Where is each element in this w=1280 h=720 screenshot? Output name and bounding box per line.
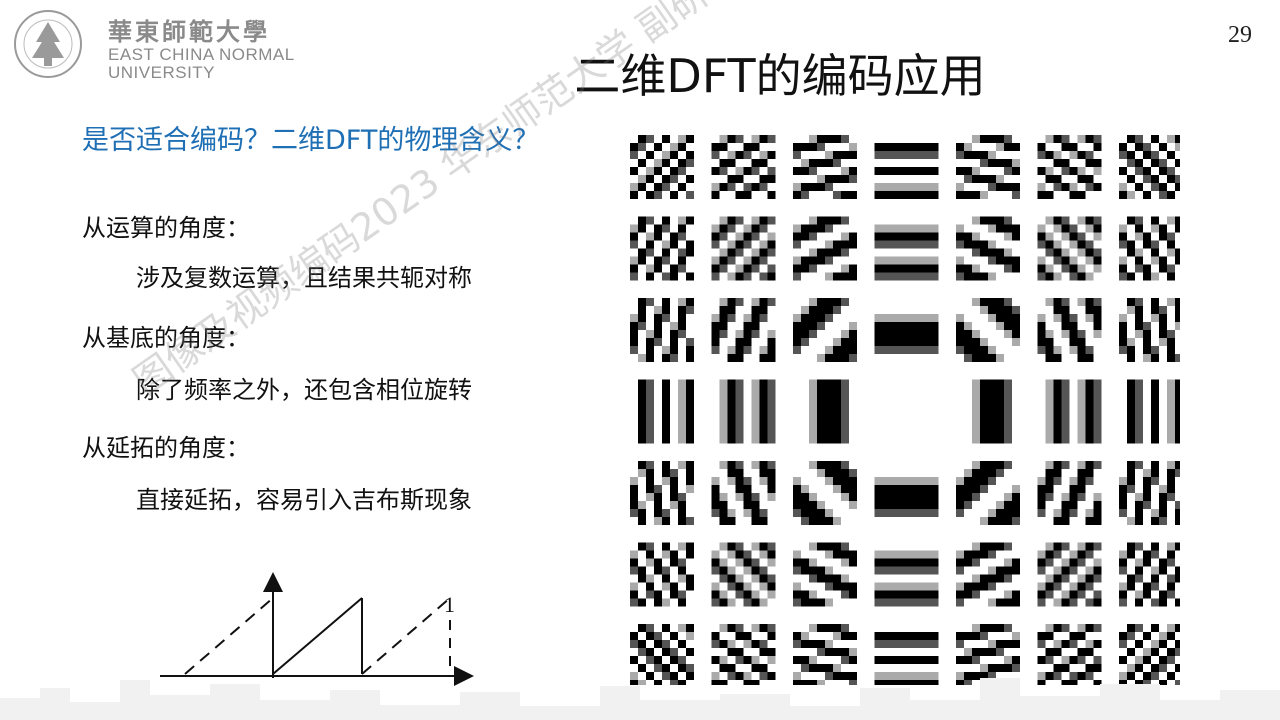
logo-english-line-1: EAST CHINA NORMAL bbox=[108, 45, 295, 64]
point-basis-detail: 除了频率之外，还包含相位旋转 bbox=[136, 376, 472, 404]
subtitle-question: 是否适合编码？二维DFT的物理含义？ bbox=[82, 125, 540, 156]
basis-image-1-5 bbox=[1037, 216, 1102, 281]
basis-image-1-6 bbox=[1119, 216, 1180, 281]
basis-image-4-5 bbox=[1037, 461, 1102, 525]
basis-image-4-1 bbox=[711, 461, 776, 525]
point-basis-heading: 从基底的角度： bbox=[82, 324, 250, 352]
basis-image-3-0 bbox=[630, 379, 694, 444]
basis-image-1-3 bbox=[874, 216, 939, 281]
basis-image-1-1 bbox=[711, 216, 776, 281]
basis-image-5-3 bbox=[874, 542, 939, 607]
basis-image-3-2 bbox=[793, 379, 857, 444]
basis-image-5-4 bbox=[956, 542, 1020, 607]
basis-image-5-6 bbox=[1119, 542, 1180, 607]
dft-basis-image-grid bbox=[630, 135, 1180, 685]
basis-image-4-3 bbox=[874, 461, 939, 525]
basis-image-0-5 bbox=[1037, 135, 1102, 199]
peak-label: 1 bbox=[444, 592, 455, 617]
point-extension-heading: 从延拓的角度： bbox=[82, 434, 250, 462]
basis-image-2-1 bbox=[711, 298, 776, 362]
basis-image-2-5 bbox=[1037, 298, 1102, 362]
basis-image-4-6 bbox=[1119, 461, 1180, 525]
basis-image-0-6 bbox=[1119, 135, 1180, 199]
page-number: 29 bbox=[1228, 22, 1252, 48]
basis-image-3-5 bbox=[1037, 379, 1102, 444]
university-logo: 華東師範大學 EAST CHINA NORMAL UNIVERSITY bbox=[10, 8, 300, 82]
campus-skyline-decoration bbox=[0, 678, 1280, 720]
basis-image-4-0 bbox=[630, 461, 694, 525]
basis-image-2-2 bbox=[793, 298, 857, 362]
basis-image-5-1 bbox=[711, 542, 776, 607]
basis-image-0-1 bbox=[711, 135, 776, 199]
point-extension-detail: 直接延拓，容易引入吉布斯现象 bbox=[136, 486, 472, 514]
basis-image-2-4 bbox=[956, 298, 1020, 362]
point-computation-detail: 涉及复数运算，且结果共轭对称 bbox=[136, 264, 472, 292]
basis-image-5-5 bbox=[1037, 542, 1102, 607]
basis-image-2-0 bbox=[630, 298, 694, 362]
slide-title: 二维DFT的编码应用 bbox=[574, 49, 986, 103]
point-computation-heading: 从运算的角度： bbox=[82, 214, 250, 242]
basis-image-5-0 bbox=[630, 542, 694, 607]
basis-image-0-0 bbox=[630, 135, 694, 199]
basis-image-1-2 bbox=[793, 216, 857, 281]
basis-image-2-6 bbox=[1119, 298, 1180, 362]
logo-chinese-name: 華東師範大學 bbox=[108, 17, 270, 46]
basis-image-3-4 bbox=[956, 379, 1020, 444]
basis-image-4-2 bbox=[793, 461, 857, 525]
basis-image-1-0 bbox=[630, 216, 694, 281]
basis-image-5-2 bbox=[793, 542, 857, 607]
basis-image-2-3 bbox=[874, 298, 939, 362]
basis-image-0-2 bbox=[793, 135, 857, 199]
basis-image-1-4 bbox=[956, 216, 1020, 281]
basis-image-3-3 bbox=[874, 379, 939, 444]
logo-english-line-2: UNIVERSITY bbox=[108, 63, 216, 82]
basis-image-0-3 bbox=[874, 135, 939, 199]
basis-image-3-1 bbox=[711, 379, 776, 444]
basis-image-4-4 bbox=[956, 461, 1020, 525]
basis-image-0-4 bbox=[956, 135, 1020, 199]
basis-image-3-6 bbox=[1119, 379, 1180, 444]
emblem-icon bbox=[14, 10, 82, 78]
